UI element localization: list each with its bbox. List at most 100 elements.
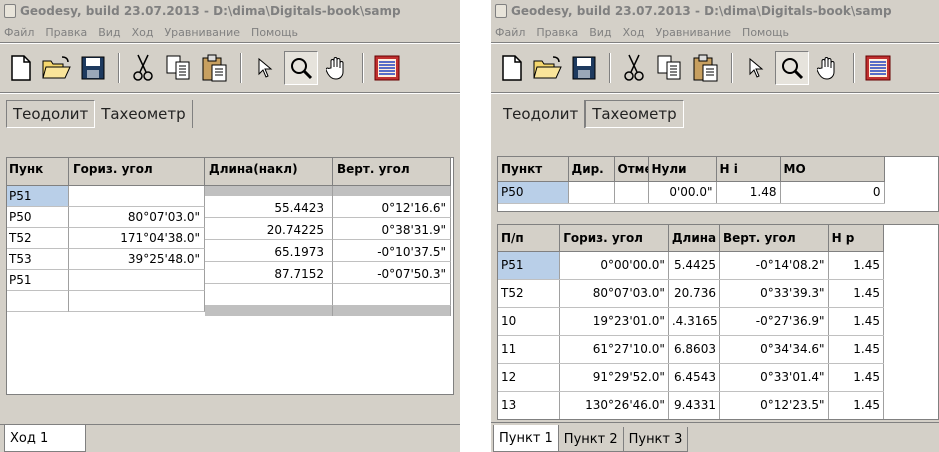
length-cell[interactable]: 87.7152 [205, 262, 333, 284]
obs-length-cell[interactable]: .4.3165 [668, 307, 720, 336]
point-cell[interactable]: P50 [7, 207, 69, 228]
tab-traverse-1[interactable]: Ход 1 [4, 425, 86, 452]
tab-point-3[interactable]: Пункт 3 [622, 427, 689, 452]
length-cell-empty[interactable] [205, 284, 333, 306]
paste-button[interactable] [198, 51, 232, 85]
cut-button[interactable] [126, 51, 160, 85]
menu-help[interactable]: Помощь [251, 26, 298, 39]
station-hi-cell[interactable]: 1.48 [716, 181, 781, 204]
point-cell-empty[interactable] [7, 291, 69, 312]
table-row[interactable]: P51 0°00'00.0" 5.4425 -0°14'08.2" 1.45 [498, 251, 885, 280]
angle-cell[interactable]: 39°25'48.0" [69, 249, 205, 270]
calculator-button[interactable] [370, 51, 404, 85]
title-bar[interactable]: Geodesy, build 23.07.2013 - D:\dima\Digi… [0, 0, 460, 22]
tab-theodolite[interactable]: Теодолит [497, 100, 586, 128]
save-button[interactable] [76, 51, 110, 85]
obs-point-cell[interactable]: 13 [498, 391, 561, 419]
obs-vert-angle-cell[interactable]: 0°12'23.5" [719, 391, 829, 419]
obs-angle-cell[interactable]: 80°07'03.0" [559, 279, 669, 308]
obs-point-cell[interactable]: T52 [498, 279, 561, 308]
obs-length-cell[interactable]: 6.4543 [668, 363, 720, 392]
obs-length-cell[interactable]: 9.4331 [668, 391, 720, 419]
vert-angle-cell-empty[interactable] [333, 284, 451, 306]
tab-point-1[interactable]: Пункт 1 [493, 425, 559, 452]
tab-tacheometer[interactable]: Тахеометр [95, 100, 193, 128]
station-mo-cell[interactable]: 0 [780, 181, 885, 204]
station-point-cell[interactable]: P50 [498, 181, 569, 204]
obs-angle-cell[interactable]: 0°00'00.0" [559, 251, 669, 280]
obs-point-cell[interactable]: 10 [498, 307, 561, 336]
pan-button[interactable] [811, 51, 845, 85]
point-cell[interactable]: T52 [7, 228, 69, 249]
obs-length-cell[interactable]: 20.736 [668, 279, 720, 308]
obs-hr-cell[interactable]: 1.45 [828, 307, 885, 336]
column-header-angle[interactable]: Гориз. угол [559, 225, 669, 252]
obs-angle-cell[interactable]: 130°26'46.0" [559, 391, 669, 419]
open-folder-button[interactable] [531, 51, 565, 85]
menu-adjustment[interactable]: Уравнивание [655, 26, 731, 39]
column-header-zero[interactable]: Нули [648, 157, 717, 182]
column-header-hi[interactable]: H i [716, 157, 781, 182]
save-button[interactable] [567, 51, 601, 85]
menu-file[interactable]: Файл [495, 26, 525, 39]
column-header-vert-angle[interactable]: Верт. угол [719, 225, 829, 252]
obs-angle-cell[interactable]: 61°27'10.0" [559, 335, 669, 364]
column-header-elevation[interactable]: Отме [614, 157, 649, 182]
point-cell[interactable]: P51 [7, 270, 69, 291]
zoom-button[interactable] [775, 51, 809, 85]
menu-traverse[interactable]: Ход [132, 26, 154, 39]
calculator-button[interactable] [861, 51, 895, 85]
menu-help[interactable]: Помощь [742, 26, 789, 39]
table-row[interactable]: 12 91°29'52.0" 6.4543 0°33'01.4" 1.45 [498, 363, 885, 392]
vert-angle-cell[interactable]: -0°10'37.5" [333, 240, 451, 262]
table-row[interactable]: 10 19°23'01.0" .4.3165 -0°27'36.9" 1.45 [498, 307, 885, 336]
tab-tacheometer[interactable]: Тахеометр [585, 100, 684, 128]
paste-button[interactable] [689, 51, 723, 85]
tab-point-2[interactable]: Пункт 2 [557, 427, 624, 452]
column-header-angle[interactable]: Гориз. угол [69, 158, 205, 186]
open-folder-button[interactable] [40, 51, 74, 85]
copy-button[interactable] [653, 51, 687, 85]
table-row[interactable]: T52 80°07'03.0" 20.736 0°33'39.3" 1.45 [498, 279, 885, 308]
select-pointer-button[interactable] [739, 51, 773, 85]
obs-point-cell[interactable]: 12 [498, 363, 561, 392]
obs-hr-cell[interactable]: 1.45 [828, 279, 885, 308]
angle-cell[interactable] [69, 186, 205, 207]
obs-point-cell[interactable]: P51 [498, 251, 561, 280]
station-elevation-cell[interactable] [614, 181, 649, 204]
vert-angle-cell[interactable]: 0°12'16.6" [333, 196, 451, 218]
angle-cell[interactable] [69, 270, 205, 291]
new-file-button[interactable] [4, 51, 38, 85]
menu-view[interactable]: Вид [98, 26, 120, 39]
point-cell[interactable]: P51 [7, 186, 69, 207]
column-header-length[interactable]: Длина [668, 225, 720, 252]
obs-hr-cell[interactable]: 1.45 [828, 251, 885, 280]
title-bar[interactable]: Geodesy, build 23.07.2013 - D:\dima\Digi… [491, 0, 939, 22]
obs-vert-angle-cell[interactable]: 0°34'34.6" [719, 335, 829, 364]
length-cell[interactable]: 20.74225 [205, 218, 333, 240]
obs-vert-angle-cell[interactable]: 0°33'39.3" [719, 279, 829, 308]
column-header-direction[interactable]: Дир. [568, 157, 615, 182]
obs-angle-cell[interactable]: 91°29'52.0" [559, 363, 669, 392]
obs-hr-cell[interactable]: 1.45 [828, 335, 885, 364]
column-header-hr[interactable]: H р [828, 225, 885, 252]
point-cell[interactable]: T53 [7, 249, 69, 270]
table-row[interactable]: 11 61°27'10.0" 6.8603 0°34'34.6" 1.45 [498, 335, 885, 364]
vert-angle-cell[interactable]: -0°07'50.3" [333, 262, 451, 284]
length-cell[interactable]: 65.1973 [205, 240, 333, 262]
column-header-index[interactable]: П/п [498, 225, 561, 252]
tab-theodolite[interactable]: Теодолит [6, 100, 96, 128]
obs-hr-cell[interactable]: 1.45 [828, 391, 885, 419]
new-file-button[interactable] [495, 51, 529, 85]
menu-view[interactable]: Вид [589, 26, 611, 39]
obs-vert-angle-cell[interactable]: -0°27'36.9" [719, 307, 829, 336]
obs-point-cell[interactable]: 11 [498, 335, 561, 364]
station-direction-cell[interactable] [568, 181, 615, 204]
select-pointer-button[interactable] [248, 51, 282, 85]
obs-vert-angle-cell[interactable]: -0°14'08.2" [719, 251, 829, 280]
menu-traverse[interactable]: Ход [623, 26, 645, 39]
menu-file[interactable]: Файл [4, 26, 34, 39]
obs-length-cell[interactable]: 6.8603 [668, 335, 720, 364]
vert-angle-cell[interactable]: 0°38'31.9" [333, 218, 451, 240]
obs-hr-cell[interactable]: 1.45 [828, 363, 885, 392]
